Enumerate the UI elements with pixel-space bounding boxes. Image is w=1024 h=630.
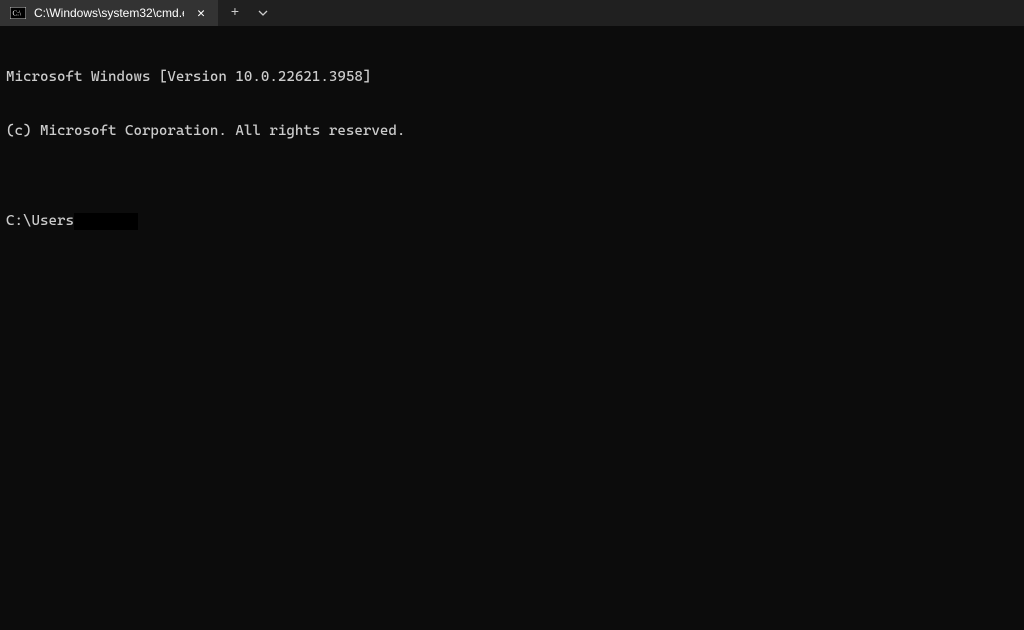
titlebar: C:\ C:\Windows\system32\cmd.ex ✕ +: [0, 0, 1024, 26]
terminal-output[interactable]: Microsoft Windows [Version 10.0.22621.39…: [0, 26, 1024, 254]
cmd-icon: C:\: [10, 7, 26, 19]
svg-text:C:\: C:\: [13, 10, 22, 18]
tab-title: C:\Windows\system32\cmd.ex: [34, 6, 184, 20]
tab-chevron-down-icon[interactable]: [250, 0, 276, 26]
new-tab-button[interactable]: +: [220, 0, 250, 26]
close-icon[interactable]: ✕: [192, 4, 210, 22]
prompt-prefix: C:\Users: [6, 212, 74, 230]
terminal-line: (c) Microsoft Corporation. All rights re…: [6, 122, 1018, 140]
prompt-line: C:\Users: [6, 212, 1018, 230]
terminal-tab[interactable]: C:\ C:\Windows\system32\cmd.ex ✕: [0, 0, 218, 26]
terminal-line: Microsoft Windows [Version 10.0.22621.39…: [6, 68, 1018, 86]
redacted-username: [74, 213, 138, 230]
